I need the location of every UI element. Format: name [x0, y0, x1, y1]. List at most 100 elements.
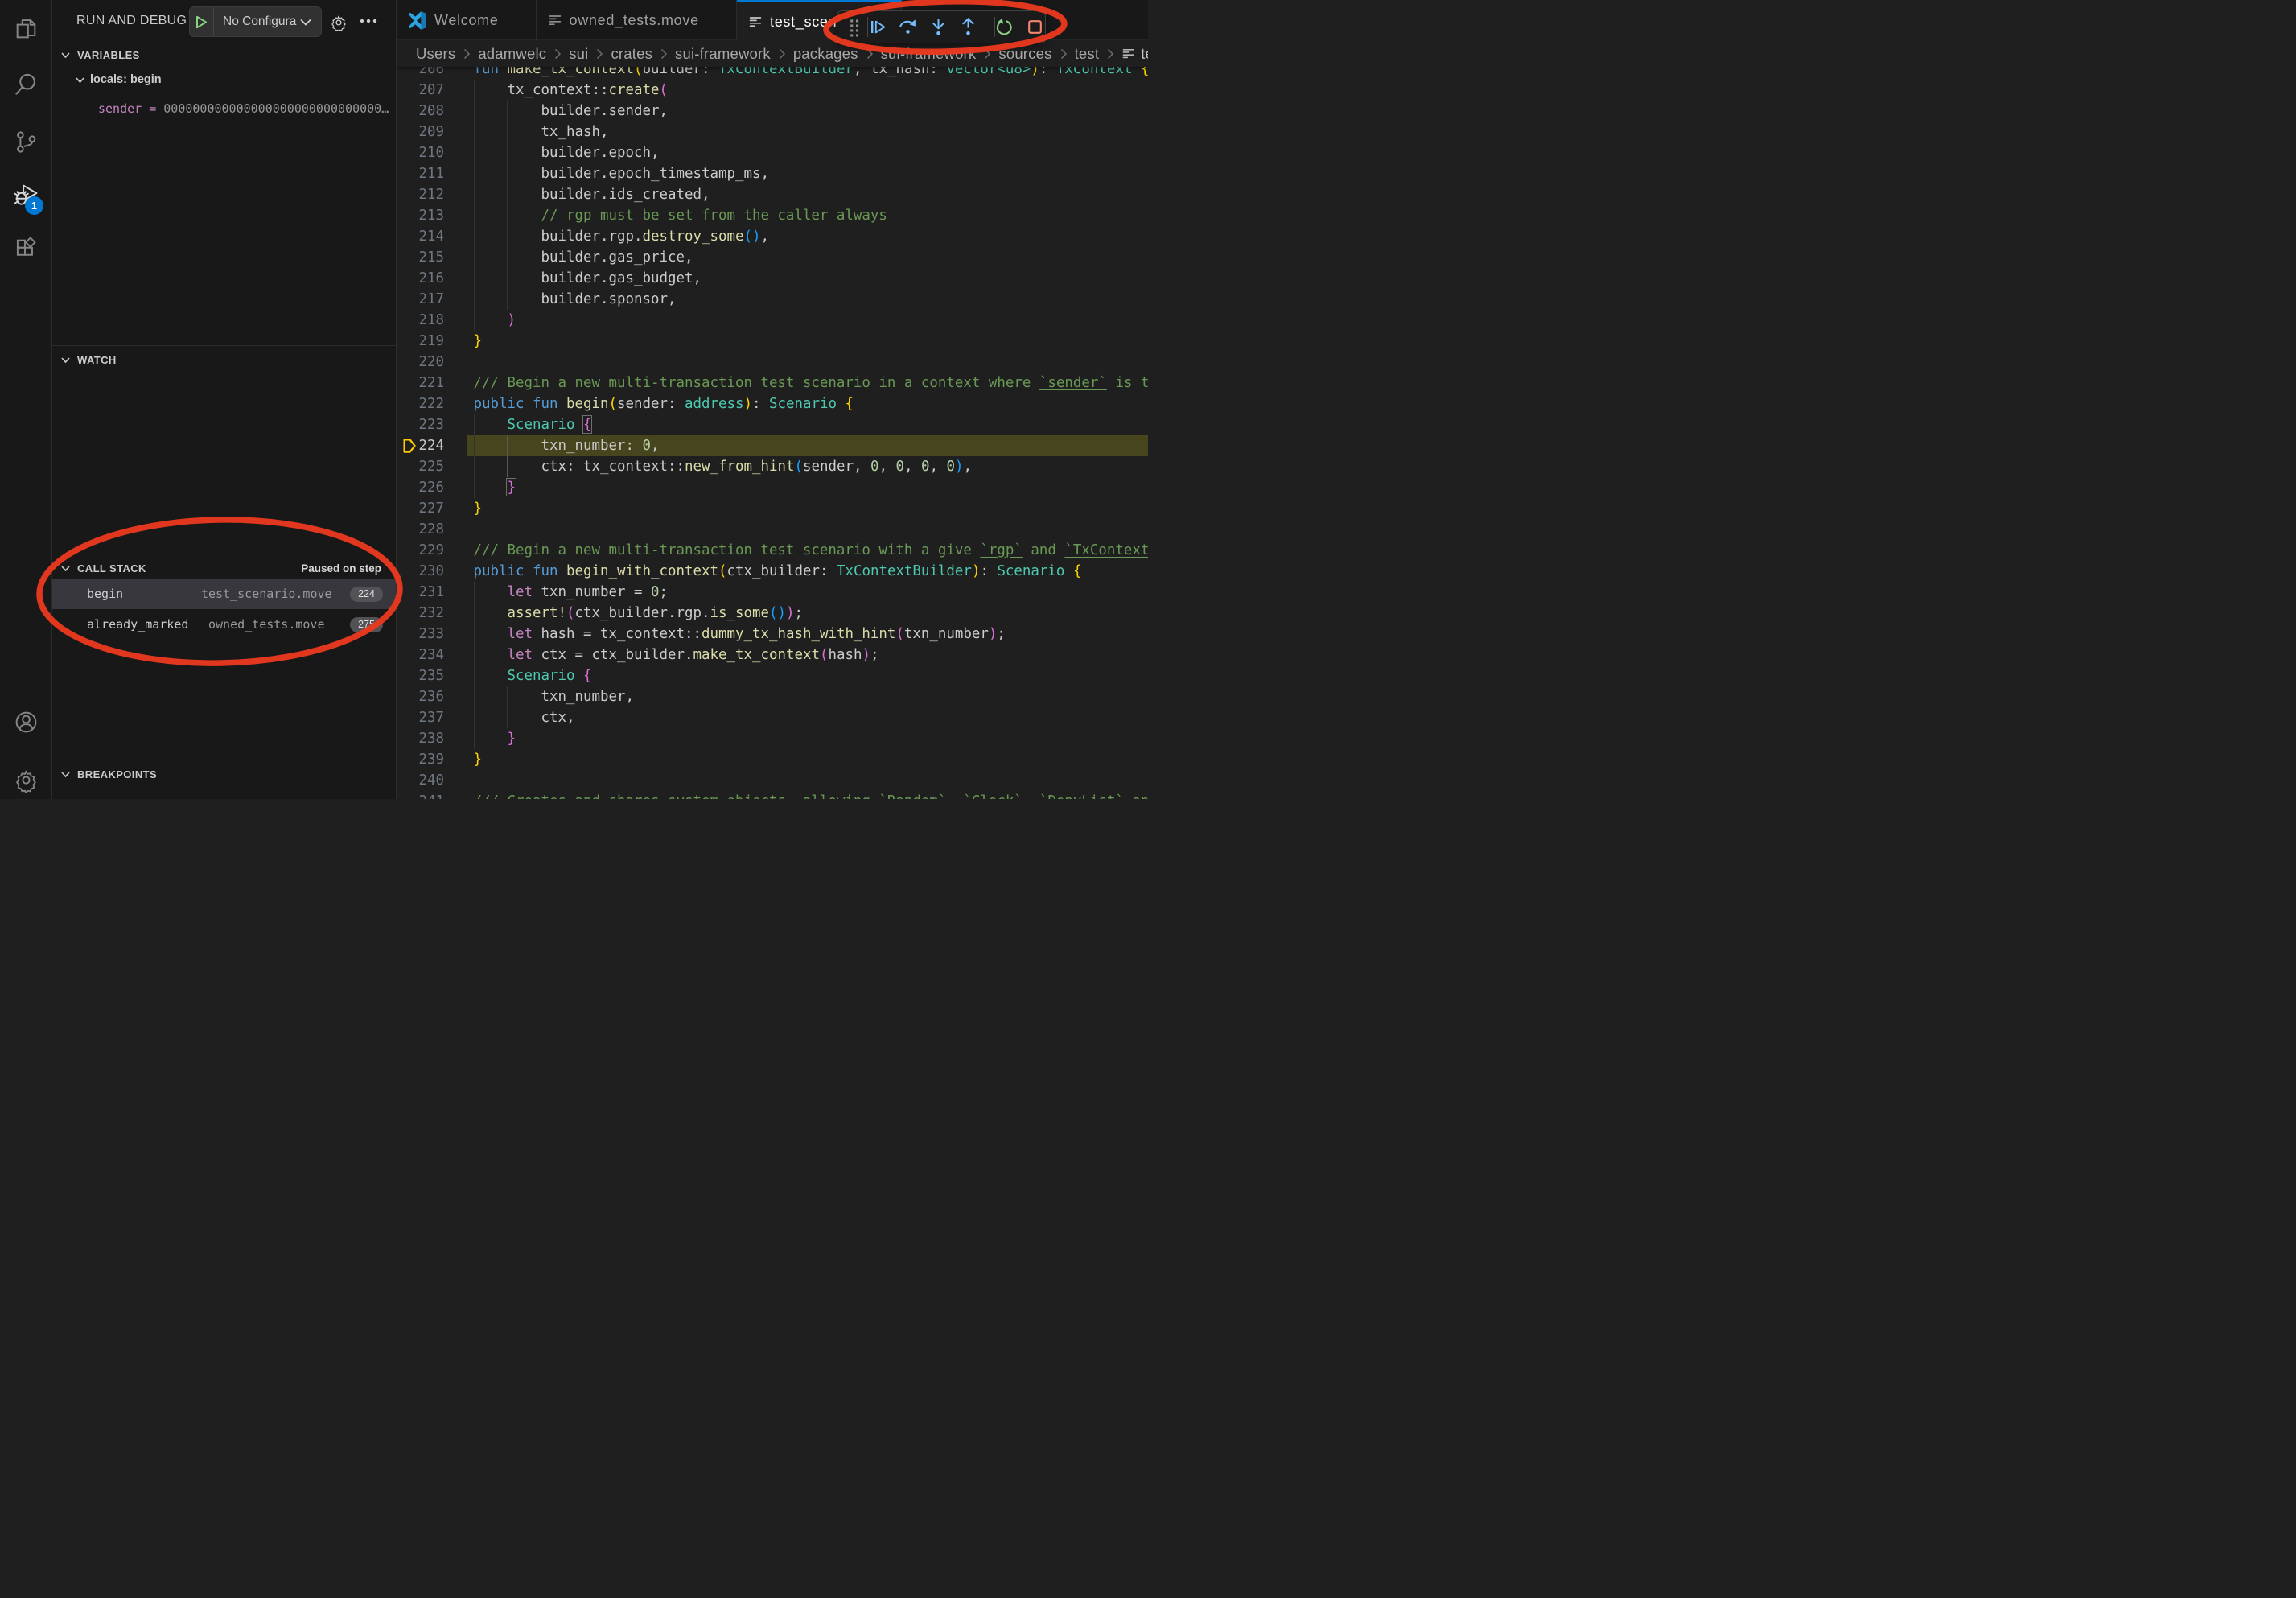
section-label: CALL STACK — [77, 562, 146, 575]
start-debug-play-icon[interactable] — [190, 7, 214, 36]
code-line: public fun begin_with_context(ctx_builde… — [474, 561, 1082, 582]
code-line: ) — [474, 310, 516, 331]
debug-step-out-button[interactable] — [953, 11, 982, 43]
debug-config-dropdown[interactable]: No Configura — [214, 14, 300, 29]
line-number: 227 — [397, 498, 444, 519]
debug-step-into-button[interactable] — [924, 11, 953, 43]
line-number: 238 — [397, 728, 444, 749]
line-number: 222 — [397, 393, 444, 414]
code-line: /// Creates and shares system objects, a… — [474, 791, 1149, 800]
section-variables[interactable]: VARIABLES — [52, 45, 396, 64]
code-line: builder.gas_price, — [474, 247, 693, 268]
gripper-icon[interactable] — [849, 18, 861, 38]
line-number: 223 — [397, 414, 444, 435]
gear-icon — [14, 768, 39, 793]
breadcrumb-item[interactable]: sui-framework — [881, 45, 977, 63]
variable-eq: = — [142, 101, 163, 116]
variable-name: sender — [52, 101, 142, 116]
activity-bar-item-settings[interactable] — [0, 754, 51, 799]
sidebar-header: RUN AND DEBUG No Configura — [52, 0, 396, 40]
tab-label: Welcome — [434, 12, 499, 29]
breadcrumb-item[interactable]: packages — [793, 45, 858, 63]
chevron-down-icon — [60, 50, 71, 60]
debug-badge: 1 — [25, 196, 43, 215]
activity-bar-item-explorer[interactable] — [0, 2, 51, 54]
chevron-down-icon — [75, 75, 85, 85]
breadcrumb-item[interactable]: crates — [611, 45, 652, 63]
debug-settings-gear-icon[interactable] — [330, 14, 348, 31]
code-line: // rgp must be set from the caller alway… — [474, 205, 887, 226]
more-actions-icon[interactable] — [359, 11, 378, 31]
line-number: 215 — [397, 247, 444, 268]
section-breakpoints[interactable]: BREAKPOINTS — [52, 764, 396, 784]
line-number: 241 — [397, 791, 444, 800]
activity-bar-item-extensions[interactable] — [0, 222, 51, 274]
move-file-icon — [748, 14, 763, 29]
breadcrumb-item[interactable]: adamwelc — [478, 45, 546, 63]
line-number: 232 — [397, 603, 444, 624]
line-number: 225 — [397, 456, 444, 477]
breadcrumb-file[interactable]: test_scenario.move — [1121, 45, 1148, 63]
breadcrumb-item[interactable]: Users — [416, 45, 455, 63]
breadcrumb[interactable]: Users adamwelc sui crates sui-framework packa… — [397, 40, 1148, 67]
line-number: 229 — [397, 540, 444, 561]
breadcrumb-separator-icon — [778, 48, 786, 60]
code-line: tx_hash, — [474, 121, 609, 142]
frame-function: begin — [87, 579, 123, 609]
line-number: 208 — [397, 101, 444, 121]
chevron-down-icon — [60, 355, 71, 365]
frame-file: test_scenario.move — [201, 579, 332, 609]
line-number: 210 — [397, 142, 444, 163]
line-number: 235 — [397, 665, 444, 686]
section-call-stack[interactable]: CALL STACK Paused on step — [52, 558, 396, 578]
code-line: ctx, — [474, 707, 575, 728]
debug-stop-button[interactable] — [1020, 11, 1049, 43]
activity-bar-item-search[interactable] — [0, 58, 51, 109]
activity-bar-item-source-control[interactable] — [0, 116, 51, 167]
breadcrumb-item[interactable]: sui-framework — [675, 45, 771, 63]
breadcrumb-item[interactable]: sources — [998, 45, 1051, 63]
line-number: 220 — [397, 352, 444, 373]
line-number: 221 — [397, 373, 444, 393]
breadcrumb-item[interactable]: sui — [569, 45, 588, 63]
debug-step-over-button[interactable] — [893, 11, 922, 43]
activity-bar-item-account[interactable] — [0, 696, 51, 748]
line-number: 218 — [397, 310, 444, 331]
debug-start-control[interactable]: No Configura — [189, 6, 322, 37]
line-number: 216 — [397, 268, 444, 289]
files-icon — [14, 16, 39, 41]
activity-bar: 1 — [0, 0, 52, 799]
call-stack-frame[interactable]: begin test_scenario.move 224 — [52, 579, 396, 609]
tab-welcome[interactable]: Welcome — [397, 0, 537, 40]
code-line: assert!(ctx_builder.rgp.is_some()); — [474, 603, 803, 624]
line-number: 231 — [397, 582, 444, 603]
tab-owned-tests-move[interactable]: owned_tests.move — [537, 0, 738, 40]
line-number: 228 — [397, 519, 444, 540]
code-line: } — [474, 749, 483, 770]
activity-bar-item-run-and-debug[interactable]: 1 — [0, 170, 51, 221]
line-number: 233 — [397, 624, 444, 645]
variables-scope-row[interactable]: locals: begin — [52, 68, 396, 92]
section-watch[interactable]: WATCH — [52, 350, 396, 369]
code-line: builder.sponsor, — [474, 289, 677, 310]
call-stack-frame[interactable]: already_markedowned_tests.move275 — [52, 609, 396, 640]
line-number: 240 — [397, 770, 444, 791]
search-icon — [14, 72, 39, 97]
line-number: 207 — [397, 80, 444, 101]
line-number: 217 — [397, 289, 444, 310]
debug-status-text: Paused on step — [301, 562, 381, 575]
breadcrumb-separator-icon — [553, 48, 562, 60]
code-line: /// Begin a new multi-transaction test s… — [474, 540, 1149, 561]
code-editor[interactable]: 206fun make_tx_context(builder: TxContex… — [397, 0, 1148, 799]
bracket-match — [506, 478, 516, 496]
tab-label: owned_tests.move — [570, 12, 699, 29]
extensions-icon — [14, 236, 39, 261]
code-line: public fun begin(sender: address): Scena… — [474, 393, 854, 414]
variable-row[interactable]: sender = 000000000000000000000000000000… — [52, 97, 396, 121]
line-number: 209 — [397, 121, 444, 142]
code-line: } — [474, 728, 516, 749]
breadcrumb-item[interactable]: test — [1075, 45, 1100, 63]
code-line: txn_number: 0, — [474, 435, 660, 456]
breadcrumb-separator-icon — [660, 48, 668, 60]
frame-line-badge: 224 — [350, 587, 383, 602]
